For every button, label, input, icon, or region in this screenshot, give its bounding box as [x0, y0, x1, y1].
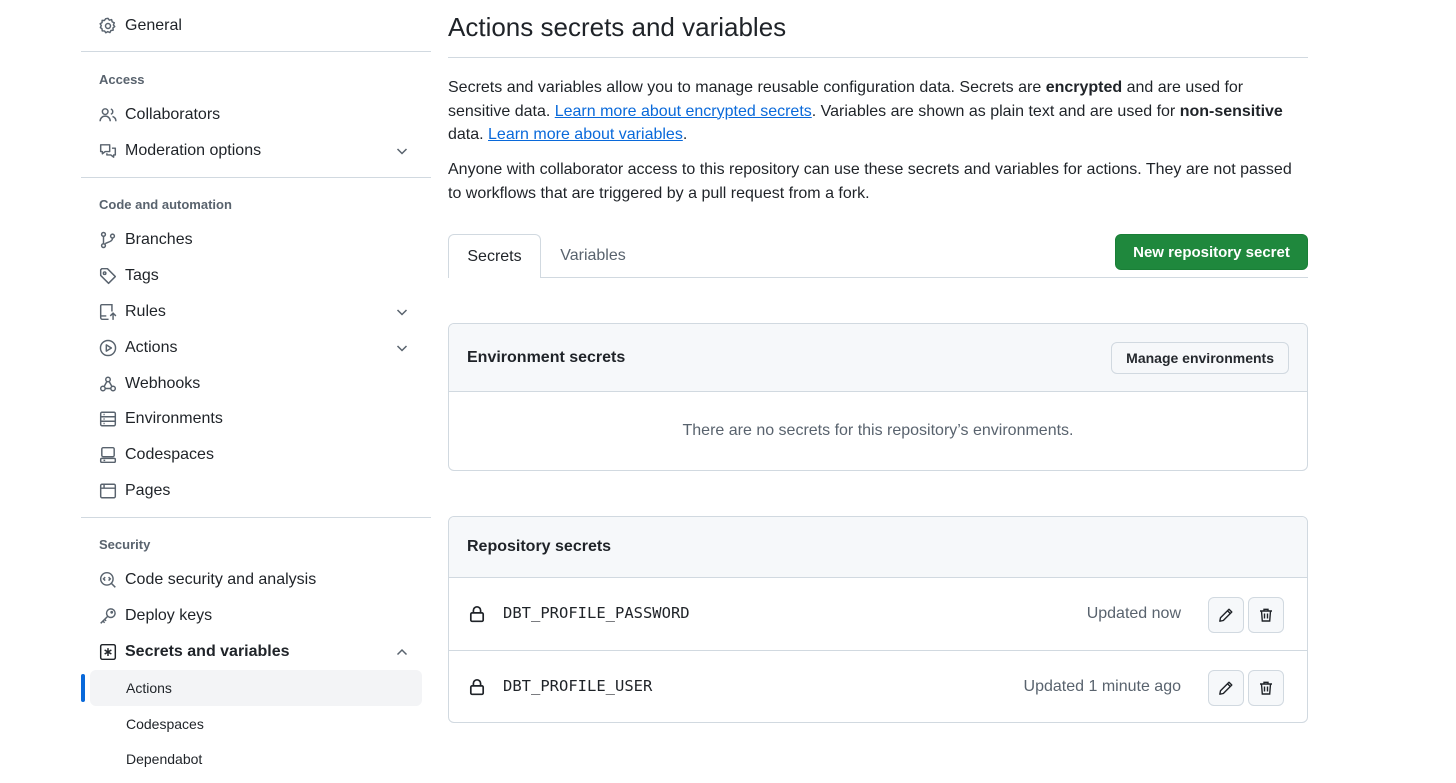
chevron-down-icon	[394, 340, 410, 356]
sidebar-item-codespaces[interactable]: Codespaces	[90, 437, 422, 473]
intro-text: .	[682, 126, 688, 143]
sidebar-item-collaborators[interactable]: Collaborators	[90, 97, 422, 133]
intro-paragraph: Secrets and variables allow you to manag…	[448, 76, 1308, 147]
sidebar-item-label: Codespaces	[125, 446, 214, 463]
page-title: Actions secrets and variables	[448, 12, 787, 42]
intro-text: . Variables are shown as plain text and …	[811, 102, 1180, 120]
sidebar-item-moderation-options[interactable]: Moderation options	[90, 133, 422, 169]
tab-secrets[interactable]: Secrets	[448, 234, 541, 278]
sidebar-item-code-security[interactable]: Code security and analysis	[90, 562, 422, 598]
link-encrypted-secrets[interactable]: Learn more about encrypted secrets	[555, 103, 812, 120]
sidebar-item-general[interactable]: General	[90, 8, 422, 44]
active-indicator	[81, 674, 85, 702]
intro-emphasis: non-sensitive	[1179, 102, 1283, 120]
trash-icon	[1258, 607, 1274, 623]
trash-icon	[1258, 680, 1274, 696]
sidebar-item-rules[interactable]: Rules	[90, 294, 422, 330]
sidebar-item-label: Moderation options	[125, 142, 262, 159]
title-divider	[448, 57, 1308, 58]
lock-icon	[469, 678, 485, 696]
chevron-down-icon	[394, 143, 410, 159]
settings-sidebar: General Access Collaborators Moderation …	[81, 0, 431, 783]
gear-icon	[99, 17, 117, 35]
lock-icon	[469, 605, 485, 623]
play-icon	[99, 339, 117, 357]
edit-secret-button[interactable]	[1208, 670, 1244, 706]
repo-push-icon	[99, 303, 117, 321]
key-icon	[99, 607, 117, 625]
sidebar-item-label: Pages	[125, 482, 171, 499]
new-repository-secret-button[interactable]: New repository secret	[1115, 234, 1308, 270]
section-heading-access: Access	[99, 72, 145, 87]
sidebar-item-label: Rules	[125, 303, 166, 320]
environment-secrets-empty-message: There are no secrets for this repository…	[682, 422, 1074, 439]
table-row: DBT_PROFILE_USER Updated 1 minute ago	[449, 650, 1307, 722]
sidebar-item-tags[interactable]: Tags	[90, 258, 422, 294]
section-heading-code-automation: Code and automation	[99, 197, 232, 212]
sidebar-item-label: Actions	[125, 339, 178, 356]
sidebar-item-label: Deploy keys	[125, 607, 213, 624]
chevron-up-icon	[394, 644, 410, 660]
sidebar-divider	[81, 51, 431, 52]
access-paragraph: Anyone with collaborator access to this …	[448, 161, 1292, 202]
git-branch-icon	[99, 231, 117, 249]
intro-text: Secrets and variables allow you to manag…	[448, 79, 1046, 96]
sidebar-item-label: Collaborators	[125, 106, 221, 123]
tag-icon	[99, 267, 117, 285]
webhook-icon	[99, 375, 117, 393]
environment-secrets-box: Environment secrets Manage environments …	[448, 323, 1308, 471]
section-heading-security: Security	[99, 537, 151, 552]
secret-updated-time: Updated 1 minute ago	[1023, 678, 1181, 695]
sidebar-item-label: Tags	[125, 267, 159, 284]
repository-secrets-box: Repository secrets DBT_PROFILE_PASSWORD …	[448, 516, 1308, 723]
sidebar-item-environments[interactable]: Environments	[90, 401, 422, 437]
repository-secrets-title: Repository secrets	[467, 538, 612, 555]
edit-secret-button[interactable]	[1208, 597, 1244, 633]
sidebar-item-pages[interactable]: Pages	[90, 473, 422, 509]
sidebar-subitem-dependabot[interactable]: Dependabot	[90, 741, 422, 777]
sidebar-item-webhooks[interactable]: Webhooks	[90, 366, 422, 402]
sidebar-item-label: Secrets and variables	[125, 643, 290, 660]
sidebar-item-branches[interactable]: Branches	[90, 222, 422, 258]
people-icon	[99, 106, 117, 124]
manage-environments-button[interactable]: Manage environments	[1111, 342, 1289, 374]
codescan-icon	[99, 571, 117, 589]
sidebar-item-label: General	[125, 17, 182, 34]
sidebar-subitem-actions[interactable]: Actions	[90, 670, 422, 706]
server-icon	[99, 410, 117, 428]
sidebar-subitem-codespaces[interactable]: Codespaces	[90, 706, 422, 742]
delete-secret-button[interactable]	[1248, 670, 1284, 706]
sidebar-item-label: Webhooks	[125, 375, 201, 392]
comment-discussion-icon	[99, 142, 117, 160]
pencil-icon	[1218, 607, 1234, 623]
secret-updated-time: Updated now	[1086, 605, 1181, 622]
environment-secrets-header: Environment secrets Manage environments	[449, 324, 1307, 392]
sidebar-item-actions[interactable]: Actions	[90, 330, 422, 366]
codespaces-icon	[99, 446, 117, 464]
sidebar-item-secrets-and-variables[interactable]: Secrets and variables	[90, 634, 422, 670]
repository-secrets-header: Repository secrets	[449, 517, 1307, 578]
delete-secret-button[interactable]	[1248, 597, 1284, 633]
intro-text: data.	[448, 126, 489, 143]
browser-icon	[99, 482, 117, 500]
sidebar-item-deploy-keys[interactable]: Deploy keys	[90, 598, 422, 634]
secret-name: DBT_PROFILE_USER	[503, 677, 653, 695]
pencil-icon	[1218, 680, 1234, 696]
chevron-down-icon	[394, 304, 410, 320]
sidebar-divider	[81, 517, 431, 518]
sidebar-divider	[81, 177, 431, 178]
link-variables[interactable]: Learn more about variables	[488, 126, 683, 143]
sidebar-item-label: Code security and analysis	[125, 571, 317, 588]
sidebar-item-label: Branches	[125, 231, 193, 248]
intro-emphasis: encrypted	[1045, 79, 1123, 96]
secret-name: DBT_PROFILE_PASSWORD	[503, 604, 690, 622]
sidebar-item-label: Environments	[125, 410, 223, 427]
table-row: DBT_PROFILE_PASSWORD Updated now	[449, 578, 1307, 650]
environment-secrets-title: Environment secrets	[467, 348, 626, 366]
tab-variables[interactable]: Variables	[541, 234, 645, 278]
asterisk-box-icon	[99, 643, 117, 661]
